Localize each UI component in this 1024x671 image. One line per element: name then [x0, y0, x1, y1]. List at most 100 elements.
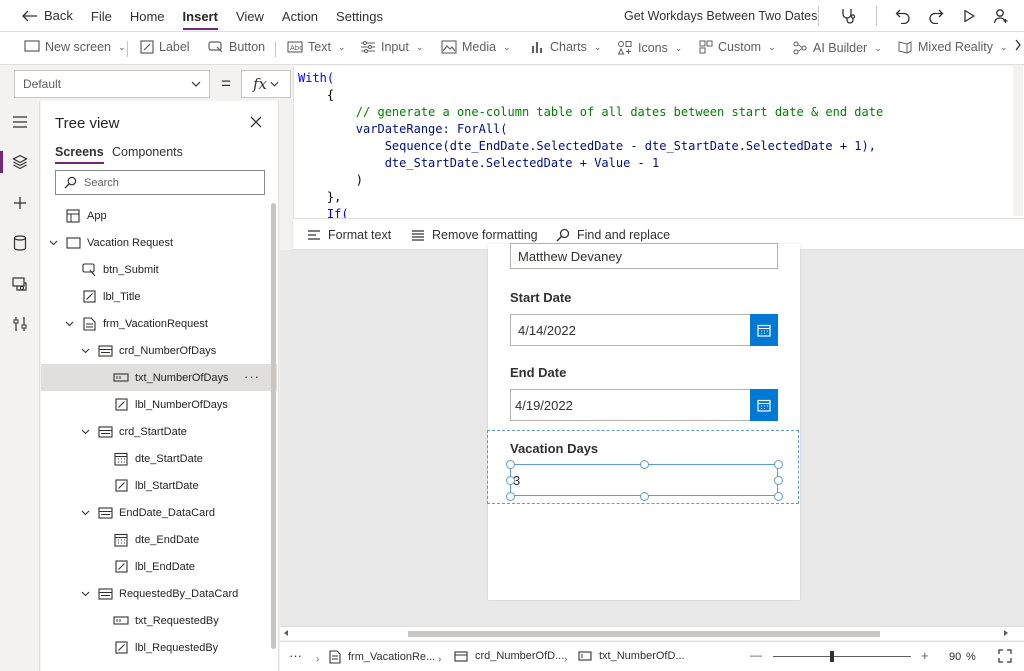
hamburger-menu-icon[interactable] — [9, 111, 31, 133]
menu-action[interactable]: Action — [282, 0, 318, 32]
chevron-right-icon: › — [564, 654, 568, 665]
scroll-right-arrow-icon[interactable] — [1002, 629, 1010, 637]
calendar-icon[interactable] — [750, 389, 778, 421]
icons-dropdown[interactable]: Icons ⌄ — [617, 40, 682, 56]
resize-handle[interactable] — [773, 459, 783, 469]
text-dropdown[interactable]: Abc Text ⌄ — [287, 40, 345, 54]
scroll-left-arrow-icon[interactable] — [282, 629, 290, 637]
zoom-value[interactable]: 90 — [949, 651, 961, 663]
canvas-horizontal-scrollbar[interactable] — [280, 626, 1024, 640]
menu-view[interactable]: View — [236, 0, 264, 32]
app-checker-stethoscope-icon[interactable] — [838, 6, 858, 26]
label-label: Label — [159, 40, 190, 54]
back-button[interactable]: Back — [22, 8, 73, 23]
input-dropdown[interactable]: Input ⌄ — [360, 40, 423, 54]
format-text-button[interactable]: Format text — [307, 228, 391, 242]
tree-item-frm-vacationrequest[interactable]: frm_VacationRequest — [41, 310, 277, 337]
crumb-form[interactable]: frm_VacationRe... — [329, 650, 435, 664]
menu-home[interactable]: Home — [130, 0, 165, 32]
tree-item-enddate-datacard[interactable]: EndDate_DataCard — [41, 499, 277, 526]
resize-handle[interactable] — [505, 491, 515, 501]
tree-item-vacation-request[interactable]: Vacation Request — [41, 229, 277, 256]
tree-item-lbl-startdate[interactable]: lbl_StartDate — [41, 472, 277, 499]
label-button[interactable]: Label — [140, 40, 190, 54]
tab-components[interactable]: Components — [112, 145, 183, 159]
crumb-textinput[interactable]: txt_NumberOfD... — [578, 650, 685, 662]
tree-item-txt-requestedby[interactable]: txt_RequestedBy — [41, 607, 277, 634]
zoom-slider-thumb[interactable] — [830, 651, 834, 662]
tree-item-lbl-title[interactable]: lbl_Title — [41, 283, 277, 310]
new-screen-button[interactable]: New screen ⌄ — [24, 40, 126, 54]
tree-item-dte-startdate[interactable]: dte_StartDate — [41, 445, 277, 472]
remove-formatting-button[interactable]: Remove formatting — [411, 228, 538, 242]
tree-item-requestedby-datacard[interactable]: RequestedBy_DataCard — [41, 580, 277, 607]
play-preview-icon[interactable] — [959, 6, 979, 26]
formula-code-editor[interactable]: With( { // generate a one-column table o… — [293, 66, 1024, 218]
end-date-picker[interactable]: 4/19/2022 — [510, 389, 778, 421]
redo-icon[interactable] — [926, 6, 946, 26]
chevron-down-icon[interactable] — [47, 240, 59, 246]
more-options-icon[interactable]: ··· — [244, 369, 260, 384]
calendar-icon[interactable] — [750, 314, 778, 346]
resize-handle[interactable] — [505, 459, 515, 469]
card-icon — [97, 586, 113, 602]
zoom-in-button[interactable]: + — [921, 648, 929, 663]
chevron-down-icon: ⌄ — [415, 41, 424, 52]
tree-scrollbar[interactable] — [271, 203, 276, 649]
zoom-out-button[interactable]: — — [750, 648, 762, 662]
tree-item-txt-numberofdays[interactable]: txt_NumberOfDays ··· — [41, 364, 277, 391]
media-library-icon[interactable] — [9, 273, 31, 295]
ai-builder-dropdown[interactable]: AI Builder ⌄ — [792, 40, 882, 56]
resize-handle[interactable] — [639, 459, 649, 469]
tree-item-btn-submit[interactable]: btn_Submit — [41, 256, 277, 283]
advanced-tools-icon[interactable] — [9, 313, 31, 335]
share-user-icon[interactable] — [991, 6, 1011, 26]
chevron-down-icon[interactable] — [79, 429, 91, 435]
more-crumbs-button[interactable]: ··· — [289, 648, 302, 663]
tree-search-input[interactable]: Search — [55, 170, 265, 195]
code-scrollbar[interactable] — [1013, 66, 1023, 216]
zoom-slider[interactable] — [773, 656, 911, 657]
close-icon[interactable] — [248, 114, 266, 132]
tree-item-dte-enddate[interactable]: dte_EndDate — [41, 526, 277, 553]
tree-item-app[interactable]: App — [41, 202, 277, 229]
tree-item-crd-numberofdays[interactable]: crd_NumberOfDays — [41, 337, 277, 364]
tab-screens[interactable]: Screens — [55, 145, 104, 164]
tree-item-lbl-numberofdays[interactable]: lbl_NumberOfDays — [41, 391, 277, 418]
tree-item-lbl-requestedby[interactable]: lbl_RequestedBy — [41, 634, 277, 661]
find-replace-button[interactable]: Find and replace — [556, 228, 670, 242]
resize-handle[interactable] — [639, 491, 649, 501]
requested-by-input[interactable]: Matthew Devaney — [510, 243, 778, 269]
resize-handle[interactable] — [773, 491, 783, 501]
chevron-down-icon[interactable] — [79, 510, 91, 516]
tree-view-layers-icon[interactable] — [9, 151, 31, 173]
resize-handle[interactable] — [773, 475, 783, 485]
chevron-down-icon[interactable] — [79, 348, 91, 354]
insert-ribbon: New screen ⌄ Label Button Abc Text ⌄ Input… — [0, 32, 1024, 65]
fx-function-button[interactable]: fx — [241, 70, 291, 98]
charts-dropdown[interactable]: Charts ⌄ — [531, 40, 601, 54]
undo-icon[interactable] — [893, 6, 913, 26]
media-dropdown[interactable]: Media ⌄ — [441, 40, 511, 54]
chevron-down-icon[interactable] — [63, 321, 75, 327]
button-button[interactable]: Button — [208, 40, 265, 54]
chevron-down-icon[interactable] — [79, 591, 91, 597]
data-cylinder-icon[interactable] — [9, 232, 31, 254]
crumb-card[interactable]: crd_NumberOfD... — [454, 650, 564, 662]
menu-settings[interactable]: Settings — [336, 0, 383, 32]
start-date-picker[interactable]: 4/14/2022 — [510, 314, 778, 346]
insert-plus-icon[interactable] — [9, 192, 31, 214]
menu-insert[interactable]: Insert — [182, 0, 219, 32]
menu-file[interactable]: File — [91, 0, 112, 32]
tree-item-crd-startdate[interactable]: crd_StartDate — [41, 418, 277, 445]
custom-dropdown[interactable]: Custom ⌄ — [699, 40, 776, 54]
fit-to-window-icon[interactable] — [998, 649, 1012, 663]
scrollbar-thumb[interactable] — [408, 631, 880, 637]
property-dropdown[interactable]: Default — [14, 70, 210, 98]
label-icon — [113, 640, 129, 656]
resize-handle[interactable] — [505, 475, 515, 485]
tree-item-lbl-enddate[interactable]: lbl_EndDate — [41, 553, 277, 580]
mixed-reality-dropdown[interactable]: Mixed Reality ⌄ — [897, 40, 1008, 54]
ribbon-more-chevron-icon[interactable] — [1014, 38, 1022, 52]
textinput-icon — [578, 651, 592, 661]
